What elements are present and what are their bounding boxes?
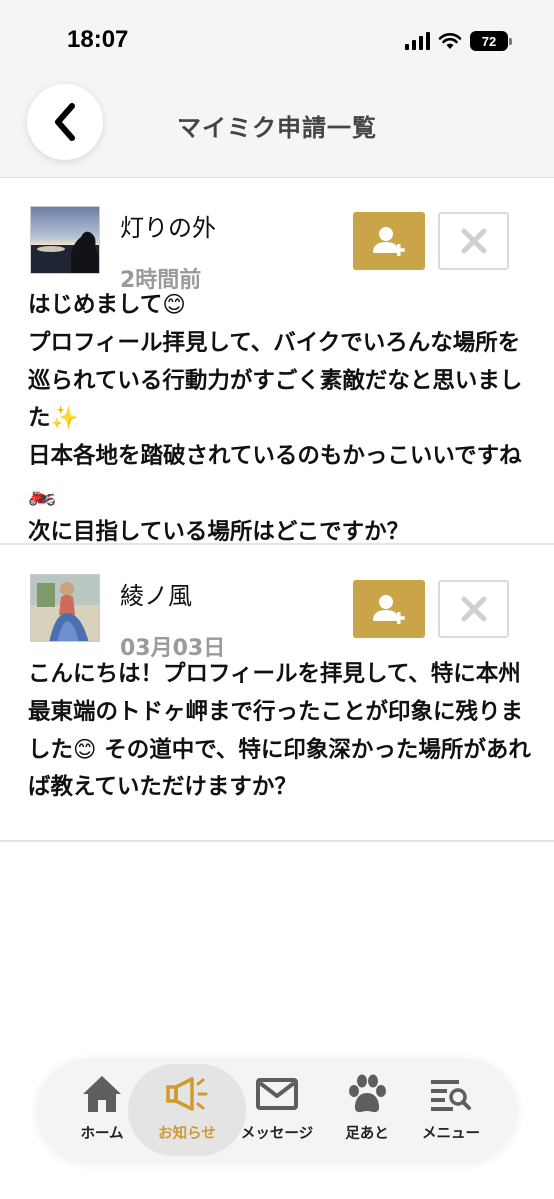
decline-button[interactable] (438, 212, 509, 270)
requester-name[interactable]: 灯りの外 (120, 208, 216, 243)
avatar[interactable] (30, 206, 100, 274)
wifi-icon (438, 33, 462, 49)
request-item: 綾ノ風 03月03日 こんにちは！プロフィールを拝見して、特に本州最東端のトドヶ… (0, 546, 554, 842)
megaphone-icon (166, 1077, 208, 1111)
battery-icon: 72 (470, 31, 512, 51)
bottom-nav: ホーム お知らせ メッセージ 足あと メニュー (37, 1058, 517, 1162)
close-icon (461, 228, 486, 254)
nav-label: お知らせ (158, 1126, 216, 1142)
nav-label: メッセージ (240, 1126, 314, 1142)
page-title: マイミク申請一覧 (177, 114, 377, 142)
decline-button[interactable] (438, 580, 509, 638)
signal-icon (405, 32, 430, 50)
avatar-image (31, 207, 99, 273)
requester-name[interactable]: 綾ノ風 (120, 576, 192, 611)
close-icon (461, 596, 486, 622)
nav-label: 足あと (345, 1126, 389, 1142)
request-message: こんにちは！プロフィールを拝見して、特に本州最東端のトドヶ岬まで行ったことが印象… (28, 661, 531, 801)
battery-level: 72 (481, 33, 497, 49)
status-bar: 18:07 72 (0, 0, 554, 80)
nav-label: ホーム (80, 1126, 124, 1142)
status-icons: 72 (405, 30, 512, 52)
mail-icon (256, 1078, 298, 1110)
menu-search-icon (431, 1080, 471, 1111)
accept-button[interactable] (353, 212, 425, 270)
status-time: 18:07 (67, 26, 129, 53)
nav-item-menu[interactable]: メニュー (401, 1072, 501, 1152)
paw-icon (349, 1074, 386, 1113)
nav-item-notifications[interactable]: お知らせ (137, 1072, 237, 1152)
add-user-icon (373, 595, 405, 624)
home-icon (83, 1076, 121, 1112)
request-item: 灯りの外 2時間前 はじめまして😊 プロフィール拝見して、バイクでいろんな場所を… (0, 179, 554, 545)
nav-item-messages[interactable]: メッセージ (227, 1072, 327, 1152)
request-message: はじめまして😊 プロフィール拝見して、バイクでいろんな場所を巡られている行動力が… (28, 292, 523, 545)
avatar[interactable] (30, 574, 100, 642)
accept-button[interactable] (353, 580, 425, 638)
avatar-image (31, 575, 99, 641)
nav-label: メニュー (422, 1126, 480, 1142)
add-user-icon (373, 227, 405, 256)
header: マイミク申請一覧 (0, 80, 554, 178)
